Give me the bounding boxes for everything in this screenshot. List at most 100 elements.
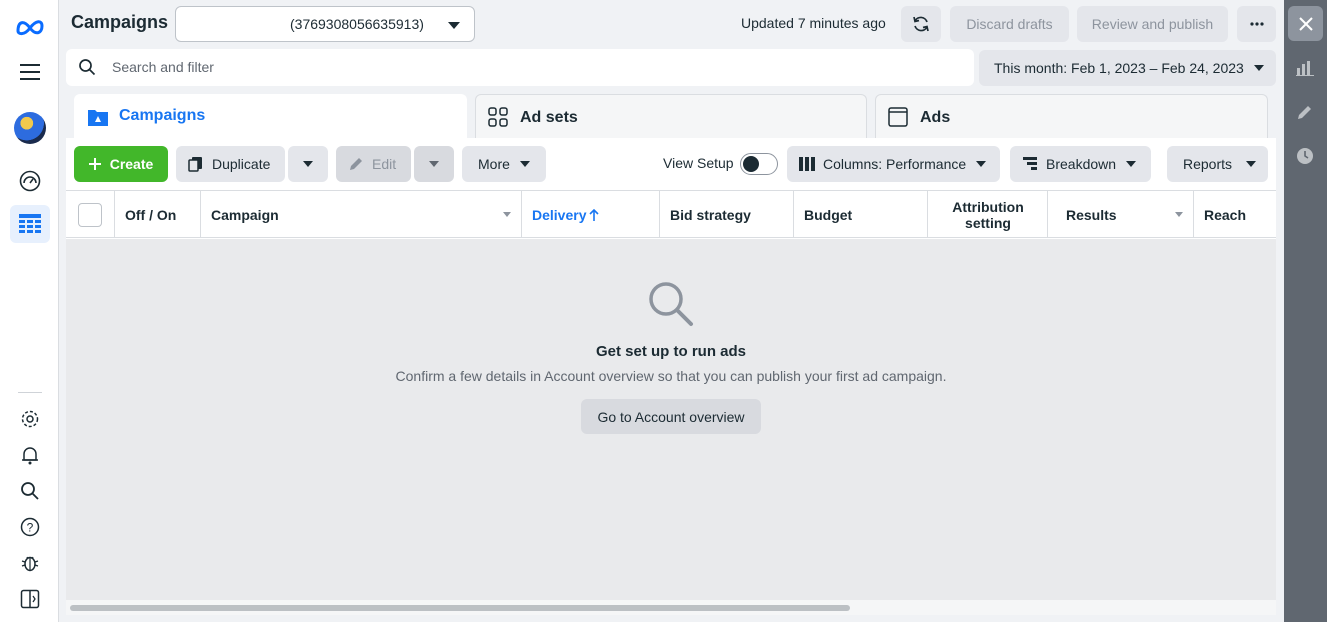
create-label: Create (109, 156, 154, 172)
empty-state-subtitle: Confirm a few details in Account overvie… (395, 368, 947, 384)
chevron-down-icon (1246, 161, 1257, 167)
chevron-down-icon (429, 161, 439, 167)
avatar (14, 112, 46, 144)
sort-arrow-up-icon (589, 208, 600, 221)
updated-status: Updated 7 minutes ago (741, 15, 886, 31)
column-label: Delivery (532, 206, 587, 223)
empty-state-title: Get set up to run ads (595, 343, 746, 360)
chevron-down-icon (303, 161, 313, 167)
close-icon (1298, 16, 1313, 31)
duplicate-button[interactable]: Duplicate (176, 146, 285, 182)
column-header-delivery[interactable]: Delivery (522, 191, 660, 238)
duplicate-icon (188, 157, 202, 172)
plus-icon (88, 158, 101, 170)
create-button[interactable]: Create (74, 146, 168, 182)
scrollbar-thumb[interactable] (70, 605, 850, 611)
columns-button[interactable]: Columns: Performance (787, 146, 1000, 182)
bug-report-icon[interactable] (10, 544, 50, 582)
left-navigation: ? (0, 0, 59, 622)
tab-ads[interactable]: Ads (875, 94, 1268, 138)
column-header-campaign[interactable]: Campaign (201, 191, 522, 238)
date-range-picker[interactable]: This month: Feb 1, 2023 – Feb 24, 2023 (979, 50, 1276, 86)
settings-gear-icon[interactable] (10, 400, 50, 438)
go-to-account-overview-button[interactable]: Go to Account overview (581, 399, 761, 434)
notifications-bell-icon[interactable] (10, 436, 50, 474)
search-placeholder: Search and filter (112, 59, 214, 75)
tab-campaigns[interactable]: Campaigns (74, 94, 467, 140)
table-header: Off / On Campaign Delivery Bid strategy … (66, 190, 1276, 238)
magnifier-icon (649, 282, 693, 326)
select-all-checkbox[interactable] (78, 202, 102, 227)
chevron-down-icon (448, 22, 460, 29)
column-header-bid-strategy[interactable]: Bid strategy (660, 191, 794, 238)
reports-button[interactable]: Reports (1167, 146, 1268, 182)
edit-button[interactable]: Edit (336, 146, 411, 182)
page-title: Campaigns (71, 12, 169, 32)
breakdown-label: Breakdown (1046, 156, 1117, 172)
chevron-down-icon (519, 161, 530, 167)
menu-icon[interactable] (10, 53, 50, 91)
tab-ad-sets[interactable]: Ad sets (475, 94, 867, 138)
svg-text:?: ? (27, 521, 34, 535)
table-body: Get set up to run ads Confirm a few deta… (66, 239, 1276, 600)
column-label: Campaign (211, 206, 279, 223)
nav-divider (18, 392, 42, 393)
horizontal-scrollbar[interactable] (66, 600, 1276, 615)
view-setup-toggle[interactable] (740, 153, 778, 175)
reports-label: Reports (1183, 156, 1233, 172)
toggle-panel-icon[interactable] (10, 580, 50, 618)
bar-chart-icon[interactable] (1296, 60, 1314, 76)
discard-drafts-button[interactable]: Discard drafts (950, 6, 1069, 42)
view-setup-label: View Setup (663, 155, 734, 171)
meta-logo-icon[interactable] (10, 8, 50, 46)
more-options-button[interactable] (1237, 6, 1276, 42)
column-header-results[interactable]: Results (1048, 191, 1194, 238)
clock-icon[interactable] (1296, 147, 1314, 165)
search-icon[interactable] (10, 472, 50, 510)
columns-icon (799, 157, 815, 171)
review-and-publish-button[interactable]: Review and publish (1077, 6, 1228, 42)
ads-manager-table-icon[interactable] (10, 205, 50, 243)
main-panel: Create Duplicate Edit More View Setup Co… (66, 138, 1276, 615)
column-header-budget[interactable]: Budget (794, 191, 928, 238)
close-button[interactable] (1288, 6, 1323, 41)
duplicate-label: Duplicate (212, 156, 271, 172)
overview-gauge-icon[interactable] (10, 162, 50, 200)
search-and-filter-input[interactable]: Search and filter (66, 49, 974, 86)
column-header-off-on[interactable]: Off / On (115, 191, 201, 238)
chevron-down-icon (1126, 161, 1137, 167)
right-side-rail (1284, 0, 1327, 622)
tab-label: Ads (920, 109, 951, 126)
column-header-reach[interactable]: Reach (1194, 191, 1276, 238)
breakdown-button[interactable]: Breakdown (1010, 146, 1151, 182)
column-menu-icon (503, 212, 511, 217)
help-icon[interactable]: ? (10, 508, 50, 546)
ad-account-select[interactable]: (3769308056635913) (175, 6, 475, 42)
pencil-icon[interactable] (1296, 103, 1314, 121)
more-button[interactable]: More (462, 146, 546, 182)
chevron-down-icon (1254, 65, 1264, 71)
tab-label: Campaigns (119, 107, 206, 124)
select-all-cell (66, 191, 115, 238)
chevron-down-icon (976, 161, 987, 167)
columns-label: Columns: Performance (823, 156, 967, 172)
toggle-knob (743, 156, 759, 172)
more-label: More (478, 156, 510, 172)
breakdown-icon (1023, 157, 1037, 170)
account-avatar[interactable] (10, 109, 50, 147)
tab-label: Ad sets (520, 109, 578, 126)
date-range-label: This month: Feb 1, 2023 – Feb 24, 2023 (994, 60, 1244, 76)
ad-account-value: (3769308056635913) (290, 16, 424, 32)
column-label: Attribution setting (952, 198, 1024, 231)
edit-label: Edit (372, 156, 397, 172)
edit-dropdown-button[interactable] (414, 146, 454, 182)
refresh-button[interactable] (901, 6, 941, 42)
search-icon (78, 58, 96, 79)
column-menu-icon (1175, 212, 1183, 217)
ad-frame-icon (888, 107, 908, 130)
duplicate-dropdown-button[interactable] (288, 146, 328, 182)
folder-icon (87, 107, 109, 130)
column-header-attribution-setting[interactable]: Attribution setting (928, 191, 1048, 238)
pencil-icon (350, 158, 362, 170)
refresh-icon (913, 16, 929, 32)
